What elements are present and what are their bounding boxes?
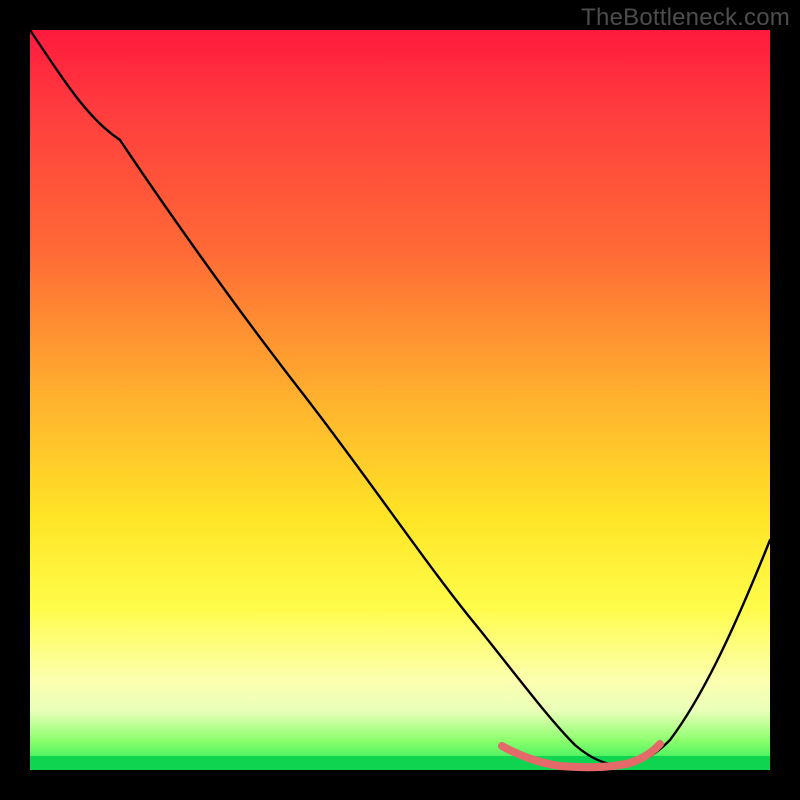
- plot-area: [30, 30, 770, 770]
- curve-layer: [30, 30, 770, 770]
- chart-frame: TheBottleneck.com: [0, 0, 800, 800]
- bottleneck-curve: [30, 30, 770, 765]
- optimal-range-highlight: [502, 744, 660, 767]
- watermark-text: TheBottleneck.com: [581, 4, 790, 32]
